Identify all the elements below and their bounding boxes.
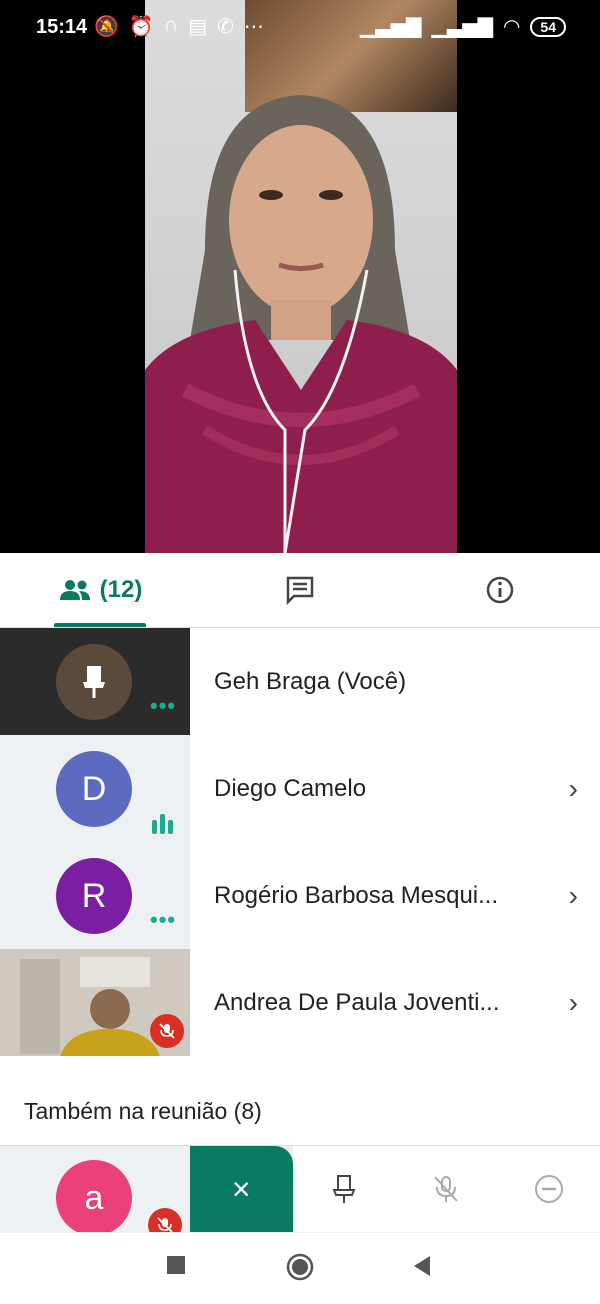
chevron-right-icon[interactable]: ›: [569, 773, 578, 805]
alarm-icon: ⏰: [129, 14, 154, 39]
meeting-tabs: (12): [0, 553, 600, 628]
participant-row[interactable]: ••• Geh Braga (Você): [0, 628, 600, 735]
participant-tile: •••: [0, 628, 190, 735]
participant-row[interactable]: D Diego Camelo ›: [0, 735, 600, 842]
battery-icon: 54: [530, 17, 566, 37]
people-count: (12): [100, 576, 143, 604]
pin-button[interactable]: [293, 1146, 396, 1232]
participant-list: ••• Geh Braga (Você) D Diego Camelo › R …: [0, 628, 600, 1056]
recent-apps-icon[interactable]: [166, 1255, 186, 1275]
mute-button[interactable]: [395, 1146, 498, 1232]
participant-tile: D: [0, 735, 190, 842]
remove-icon: [533, 1173, 565, 1205]
close-button[interactable]: ×: [190, 1146, 293, 1232]
people-icon: [58, 579, 92, 601]
more-dots-icon: •••: [150, 693, 176, 719]
also-in-meeting-heading: Também na reunião (8): [24, 1098, 262, 1125]
wifi-icon: ◠: [503, 14, 520, 39]
chat-icon: [285, 575, 315, 605]
pin-icon: [331, 1174, 357, 1204]
android-nav-bar: [0, 1232, 600, 1304]
info-icon: [485, 575, 515, 605]
avatar: R: [56, 858, 132, 934]
message-icon: ▤: [188, 14, 207, 39]
more-dots-icon: •••: [150, 907, 176, 933]
participant-name: Geh Braga (Você): [214, 668, 524, 696]
participant-name: Diego Camelo: [214, 775, 524, 803]
avatar: [56, 644, 132, 720]
home-icon[interactable]: [286, 1253, 314, 1281]
participant-tile: R •••: [0, 842, 190, 949]
chevron-right-icon[interactable]: ›: [569, 987, 578, 1019]
more-notifications-icon: ⋯: [244, 14, 264, 39]
remove-button[interactable]: [498, 1146, 600, 1232]
main-video[interactable]: 15:14 🔕 ⏰ ∩ ▤ ✆ ⋯ ▁▃▅▇ ▁▃▅▇ ◠ 54: [0, 0, 600, 553]
participant-row-actions[interactable]: a ×: [0, 1146, 600, 1232]
muted-mic-icon: [150, 1014, 184, 1048]
participant-row[interactable]: R ••• Rogério Barbosa Mesqui... ›: [0, 842, 600, 949]
close-icon: ×: [232, 1171, 251, 1208]
mic-off-icon: [432, 1174, 460, 1204]
status-bar: 15:14 🔕 ⏰ ∩ ▤ ✆ ⋯ ▁▃▅▇ ▁▃▅▇ ◠ 54: [0, 0, 600, 56]
notification-icons: 🔕 ⏰ ∩ ▤ ✆ ⋯: [94, 14, 264, 39]
participant-video-figure: [145, 90, 457, 553]
speaking-indicator-icon: [152, 814, 173, 834]
silent-bell-icon: 🔕: [94, 14, 119, 39]
whatsapp-icon: ✆: [217, 14, 234, 39]
tab-chat[interactable]: [200, 553, 400, 627]
chevron-right-icon[interactable]: ›: [569, 880, 578, 912]
active-tab-indicator: [54, 623, 146, 627]
status-time: 15:14: [36, 16, 87, 39]
participant-row[interactable]: Andrea De Paula Joventi... ›: [0, 949, 600, 1056]
signal-icon-2: ▁▃▅▇: [431, 14, 493, 39]
avatar: a: [56, 1160, 132, 1236]
system-icons: ▁▃▅▇ ▁▃▅▇ ◠ 54: [360, 14, 566, 39]
tab-people[interactable]: (12): [0, 553, 200, 627]
headphones-icon: ∩: [164, 14, 178, 39]
signal-icon: ▁▃▅▇: [360, 14, 422, 39]
pin-icon: [79, 664, 109, 700]
tab-info[interactable]: [400, 553, 600, 627]
participant-video-tile: [0, 949, 190, 1056]
avatar: D: [56, 751, 132, 827]
back-icon[interactable]: [412, 1255, 432, 1277]
participant-name: Andrea De Paula Joventi...: [214, 989, 524, 1017]
participant-action-bar: ×: [190, 1146, 600, 1232]
participant-name: Rogério Barbosa Mesqui...: [214, 882, 524, 910]
